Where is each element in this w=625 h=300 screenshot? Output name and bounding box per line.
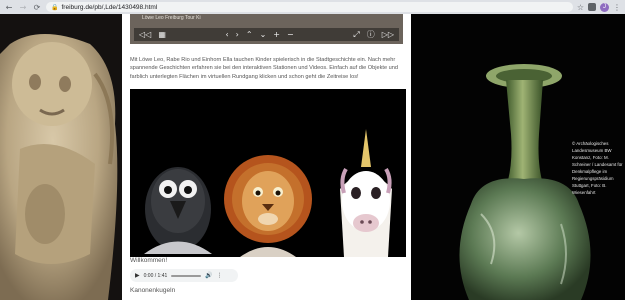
grid-icon[interactable]: ▦: [158, 30, 166, 39]
previous-scene-icon[interactable]: ◁◁: [139, 30, 151, 39]
volume-icon[interactable]: 🔊: [205, 272, 212, 279]
audio-time: 0:00 / 1:41: [143, 272, 168, 279]
pan-right-icon[interactable]: ›: [236, 30, 239, 39]
browser-menu-icon[interactable]: ⋮: [613, 3, 621, 12]
welcome-heading: Willkommen!: [130, 257, 168, 264]
audio-progress-bar[interactable]: [171, 274, 202, 277]
address-bar[interactable]: 🔒 freiburg.de/pb/,Lde/1430498.html: [46, 2, 573, 12]
intro-paragraph: Mit Löwe Leo, Rabe Rio und Einhorn Ella …: [130, 57, 398, 80]
play-icon[interactable]: ▶: [135, 272, 140, 279]
lock-icon: 🔒: [51, 3, 59, 11]
reload-icon[interactable]: ⟳: [32, 2, 42, 12]
zoom-out-icon[interactable]: −: [287, 30, 294, 39]
tour-title: Löwe Leo Freiburg Tour Ki: [142, 15, 201, 21]
star-icon[interactable]: ☆: [577, 3, 584, 12]
fullscreen-icon[interactable]: ⤢: [353, 30, 359, 40]
next-scene-icon[interactable]: ▷▷: [382, 30, 394, 39]
cannonballs-heading: Kanonenkugeln: [130, 287, 176, 294]
pan-down-icon[interactable]: ⌄: [260, 30, 267, 39]
browser-toolbar: ← → ⟳ 🔒 freiburg.de/pb/,Lde/1430498.html…: [0, 0, 625, 14]
video-player[interactable]: [130, 89, 406, 257]
profile-avatar[interactable]: J: [600, 2, 609, 12]
audio-player[interactable]: ▶ 0:00 / 1:41 🔊 ⋮: [130, 269, 238, 282]
extension-icon[interactable]: [588, 3, 596, 11]
forward-icon[interactable]: →: [18, 2, 28, 12]
pan-left-icon[interactable]: ‹: [225, 30, 228, 39]
pan-up-icon[interactable]: ⌃: [246, 30, 253, 39]
info-icon[interactable]: ⓘ: [367, 29, 375, 40]
left-background-artwork: [0, 14, 122, 300]
url-text: freiburg.de/pb/,Lde/1430498.html: [61, 3, 158, 11]
main-content: Löwe Leo Freiburg Tour Ki ◁◁ ▦ ‹ › ⌃ ⌄ +…: [122, 14, 411, 300]
more-options-icon[interactable]: ⋮: [217, 272, 223, 279]
back-icon[interactable]: ←: [4, 2, 14, 12]
zoom-in-icon[interactable]: +: [273, 30, 280, 39]
virtual-tour-viewer[interactable]: Löwe Leo Freiburg Tour Ki ◁◁ ▦ ‹ › ⌃ ⌄ +…: [130, 14, 403, 44]
tour-controls: ◁◁ ▦ ‹ › ⌃ ⌄ + − ⤢ ⓘ ▷▷: [134, 28, 399, 41]
image-caption: © Archäologisches Landesmuseum BW Konsta…: [572, 141, 623, 195]
